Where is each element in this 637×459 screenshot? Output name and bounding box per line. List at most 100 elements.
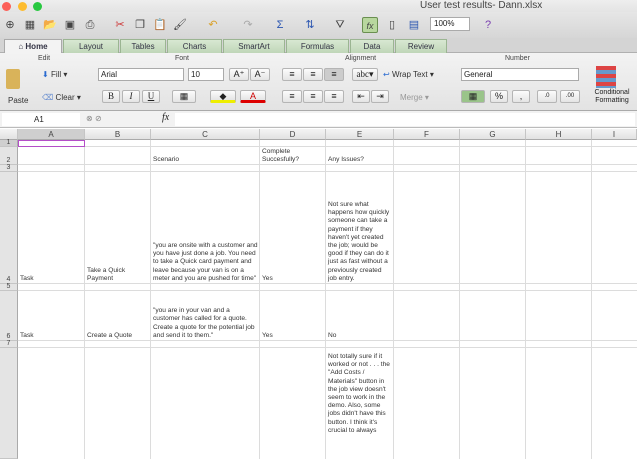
cut-icon[interactable]: ✂ — [112, 17, 128, 33]
align-bottom-button[interactable]: ≡ — [324, 68, 344, 81]
bold-button[interactable]: B — [102, 90, 120, 103]
font-name-select[interactable]: Arial — [98, 68, 184, 81]
row-header-3[interactable]: 3 — [0, 164, 18, 172]
fx-icon[interactable]: fx — [162, 112, 169, 123]
decrease-font-button[interactable]: A⁻ — [250, 68, 270, 81]
tab-formulas[interactable]: Formulas — [286, 39, 349, 53]
column-header-e[interactable]: E — [326, 129, 394, 140]
increase-font-button[interactable]: A⁺ — [229, 68, 249, 81]
filter-icon[interactable]: ⛛ — [332, 17, 348, 33]
format-painter-icon[interactable]: 🖌 — [172, 17, 188, 33]
close-window-button[interactable] — [2, 2, 11, 11]
cancel-icon[interactable]: ⊗ — [86, 114, 93, 123]
clear-button[interactable]: ⌫ Clear ▾ — [42, 93, 81, 102]
confirm-icon[interactable]: ⊘ — [95, 114, 102, 123]
tab-charts[interactable]: Charts — [167, 39, 222, 53]
formula-builder-icon[interactable]: fx — [362, 17, 378, 33]
fill-color-button[interactable]: ◆ — [210, 90, 236, 103]
cell-a4[interactable]: Task — [18, 172, 85, 284]
column-header-g[interactable]: G — [460, 129, 526, 140]
tab-review[interactable]: Review — [395, 39, 447, 53]
open-icon[interactable]: 📂 — [42, 17, 58, 33]
copy-icon[interactable]: ❐ — [132, 17, 148, 33]
conditional-formatting-icon[interactable] — [596, 66, 616, 88]
print-icon[interactable]: ⎙ — [82, 17, 98, 33]
new-icon[interactable]: ⊕ — [2, 17, 18, 33]
cell-d2[interactable]: Complete Succesfully? — [260, 143, 326, 165]
row-header-7[interactable]: 7 — [0, 340, 18, 348]
row-header-1[interactable]: 1 — [0, 139, 18, 147]
row-header-2[interactable]: 2 — [0, 147, 18, 165]
zoom-window-button[interactable] — [33, 2, 42, 11]
row-header-4[interactable]: 4 — [0, 172, 18, 284]
italic-button[interactable]: I — [122, 90, 140, 103]
wrap-text-button[interactable]: ↩ Wrap Text ▾ — [383, 70, 434, 79]
cell-d6[interactable]: Yes — [260, 291, 326, 341]
formula-input[interactable] — [175, 113, 635, 126]
undo-icon[interactable]: ↶ — [205, 17, 221, 33]
column-header-b[interactable]: B — [85, 129, 151, 140]
zoom-select[interactable]: 100% — [430, 17, 470, 31]
selected-cell-a1[interactable] — [18, 140, 85, 147]
cell-c4[interactable]: "you are onsite with a customer and you … — [151, 172, 260, 284]
comma-button[interactable]: , — [512, 90, 530, 103]
cell-c6[interactable]: "you are in your van and a customer has … — [151, 291, 260, 341]
align-left-button[interactable]: ≡ — [282, 90, 302, 103]
column-header-f[interactable]: F — [394, 129, 460, 140]
cell-e4[interactable]: Not sure what happens how quickly someon… — [326, 172, 394, 284]
tab-data[interactable]: Data — [350, 39, 394, 53]
align-top-button[interactable]: ≡ — [282, 68, 302, 81]
borders-button[interactable]: ▦ — [172, 90, 196, 103]
tab-smartart[interactable]: SmartArt — [223, 39, 285, 53]
cell-e6[interactable]: No — [326, 291, 394, 341]
cell-d4[interactable]: Yes — [260, 172, 326, 284]
column-header-a[interactable]: A — [18, 129, 85, 140]
cell-a6[interactable]: Task — [18, 291, 85, 341]
increase-indent-button[interactable]: ⇥ — [371, 90, 389, 103]
number-format-select[interactable]: General — [461, 68, 579, 81]
cell-b4[interactable]: Take a Quick Payment — [85, 172, 145, 284]
save-icon[interactable]: ▣ — [62, 17, 78, 33]
minimize-window-button[interactable] — [18, 2, 27, 11]
column-header-i[interactable]: I — [592, 129, 637, 140]
name-box[interactable]: A1 — [2, 113, 80, 126]
sort-icon[interactable]: ⇅ — [302, 17, 318, 33]
column-header-c[interactable]: C — [151, 129, 260, 140]
align-right-button[interactable]: ≡ — [324, 90, 344, 103]
font-color-button[interactable]: A — [240, 90, 266, 103]
gallery-icon[interactable]: ▦ — [22, 17, 38, 33]
tab-tables[interactable]: Tables — [120, 39, 166, 53]
tab-layout[interactable]: Layout — [63, 39, 119, 53]
conditional-formatting-button[interactable]: Conditional Formatting — [588, 89, 636, 105]
toolbox-icon[interactable]: ▤ — [406, 17, 422, 33]
paste-icon[interactable]: 📋 — [152, 17, 168, 33]
column-header-h[interactable]: H — [526, 129, 592, 140]
row-header-6[interactable]: 6 — [0, 291, 18, 341]
number-format-icon[interactable]: ▦ — [461, 90, 485, 103]
align-middle-button[interactable]: ≡ — [303, 68, 323, 81]
decrease-decimal-button[interactable]: .00 — [560, 90, 580, 103]
row-header-8[interactable] — [0, 348, 18, 459]
increase-decimal-button[interactable]: .0 — [537, 90, 557, 103]
autosum-icon[interactable]: Σ — [272, 17, 288, 33]
decrease-indent-button[interactable]: ⇤ — [352, 90, 370, 103]
merge-button[interactable]: Merge ▾ — [400, 93, 429, 102]
cell-c2[interactable]: Scenario — [151, 147, 260, 165]
redo-icon[interactable]: ↷ — [240, 17, 256, 33]
paste-icon[interactable] — [6, 69, 20, 89]
underline-button[interactable]: U — [142, 90, 160, 103]
align-center-button[interactable]: ≡ — [303, 90, 323, 103]
tab-home[interactable]: ⌂ Home — [4, 39, 62, 53]
row-header-5[interactable]: 5 — [0, 283, 18, 291]
font-size-select[interactable]: 10 — [188, 68, 224, 81]
paste-button[interactable]: Paste — [8, 96, 28, 105]
cell-e2[interactable]: Any Issues? — [326, 147, 394, 165]
percent-button[interactable]: % — [490, 90, 508, 103]
orientation-button[interactable]: abc▾ — [352, 68, 378, 81]
cell-b6[interactable]: Create a Quote — [85, 291, 151, 341]
help-icon[interactable]: ? — [480, 17, 496, 33]
fill-button[interactable]: ⬇ Fill ▾ — [42, 70, 67, 79]
column-header-d[interactable]: D — [260, 129, 326, 140]
media-browser-icon[interactable]: ▯ — [384, 17, 400, 33]
cell-e8[interactable]: Not totally sure if it worked or not . .… — [326, 353, 394, 459]
